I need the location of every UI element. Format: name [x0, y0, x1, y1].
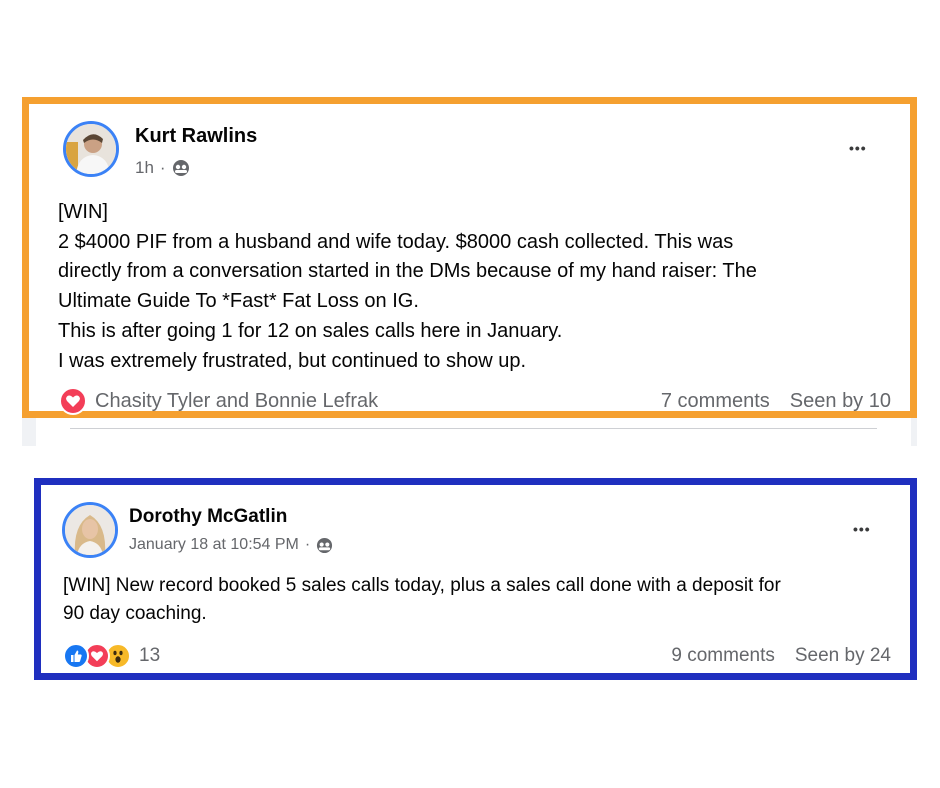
seen-by[interactable]: Seen by 10	[790, 390, 891, 413]
post-line: This is after going 1 for 12 on sales ca…	[58, 319, 563, 342]
meta-separator: ·	[159, 158, 166, 177]
meta-separator: ·	[304, 536, 311, 553]
post-line: directly from a conversation started in …	[58, 260, 757, 283]
post-time[interactable]: 1h	[135, 158, 154, 178]
group-icon	[172, 160, 189, 176]
post-line: I was extremely frustrated, but continue…	[58, 349, 527, 372]
post-body: [WIN] New record booked 5 sales calls to…	[63, 572, 781, 628]
avatar[interactable]	[63, 121, 119, 177]
like-icon[interactable]	[63, 643, 89, 669]
more-options-icon[interactable]: •••	[853, 521, 871, 537]
post-line: Ultimate Guide To *Fast* Fat Loss on IG.	[58, 290, 419, 313]
post-footer: 13 9 comments Seen by 24	[63, 642, 891, 670]
reactions-names[interactable]: Chasity Tyler and Bonnie Lefrak	[95, 390, 378, 413]
post-time[interactable]: January 18 at 10:54 PM	[129, 536, 299, 554]
post-card-kurt: Kurt Rawlins 1h · ••• [WIN] 2 $4000 PIF …	[22, 97, 917, 418]
post-footer: Chasity Tyler and Bonnie Lefrak 7 commen…	[59, 387, 891, 415]
avatar[interactable]	[62, 502, 118, 558]
post-meta: 1h ·	[135, 158, 190, 178]
post-card-dorothy: Dorothy McGatlin January 18 at 10:54 PM …	[34, 478, 917, 680]
seen-by[interactable]: Seen by 24	[795, 645, 891, 667]
comments-count[interactable]: 9 comments	[671, 645, 774, 667]
post-line: [WIN] New record booked 5 sales calls to…	[63, 575, 781, 596]
post-remnant	[22, 418, 917, 446]
love-icon[interactable]	[59, 387, 87, 415]
post-line: [WIN]	[58, 201, 108, 223]
more-options-icon[interactable]: •••	[849, 140, 867, 156]
group-icon	[317, 537, 333, 553]
author-name[interactable]: Kurt Rawlins	[135, 125, 257, 148]
post-line: 90 day coaching.	[63, 603, 207, 624]
author-name[interactable]: Dorothy McGatlin	[129, 506, 287, 528]
divider	[70, 428, 877, 429]
reactions-count[interactable]: 13	[139, 645, 160, 667]
post-line: 2 $4000 PIF from a husband and wife toda…	[58, 230, 734, 253]
post-meta: January 18 at 10:54 PM ·	[129, 536, 333, 554]
comments-count[interactable]: 7 comments	[661, 390, 770, 413]
post-body: [WIN] 2 $4000 PIF from a husband and wif…	[58, 198, 757, 376]
